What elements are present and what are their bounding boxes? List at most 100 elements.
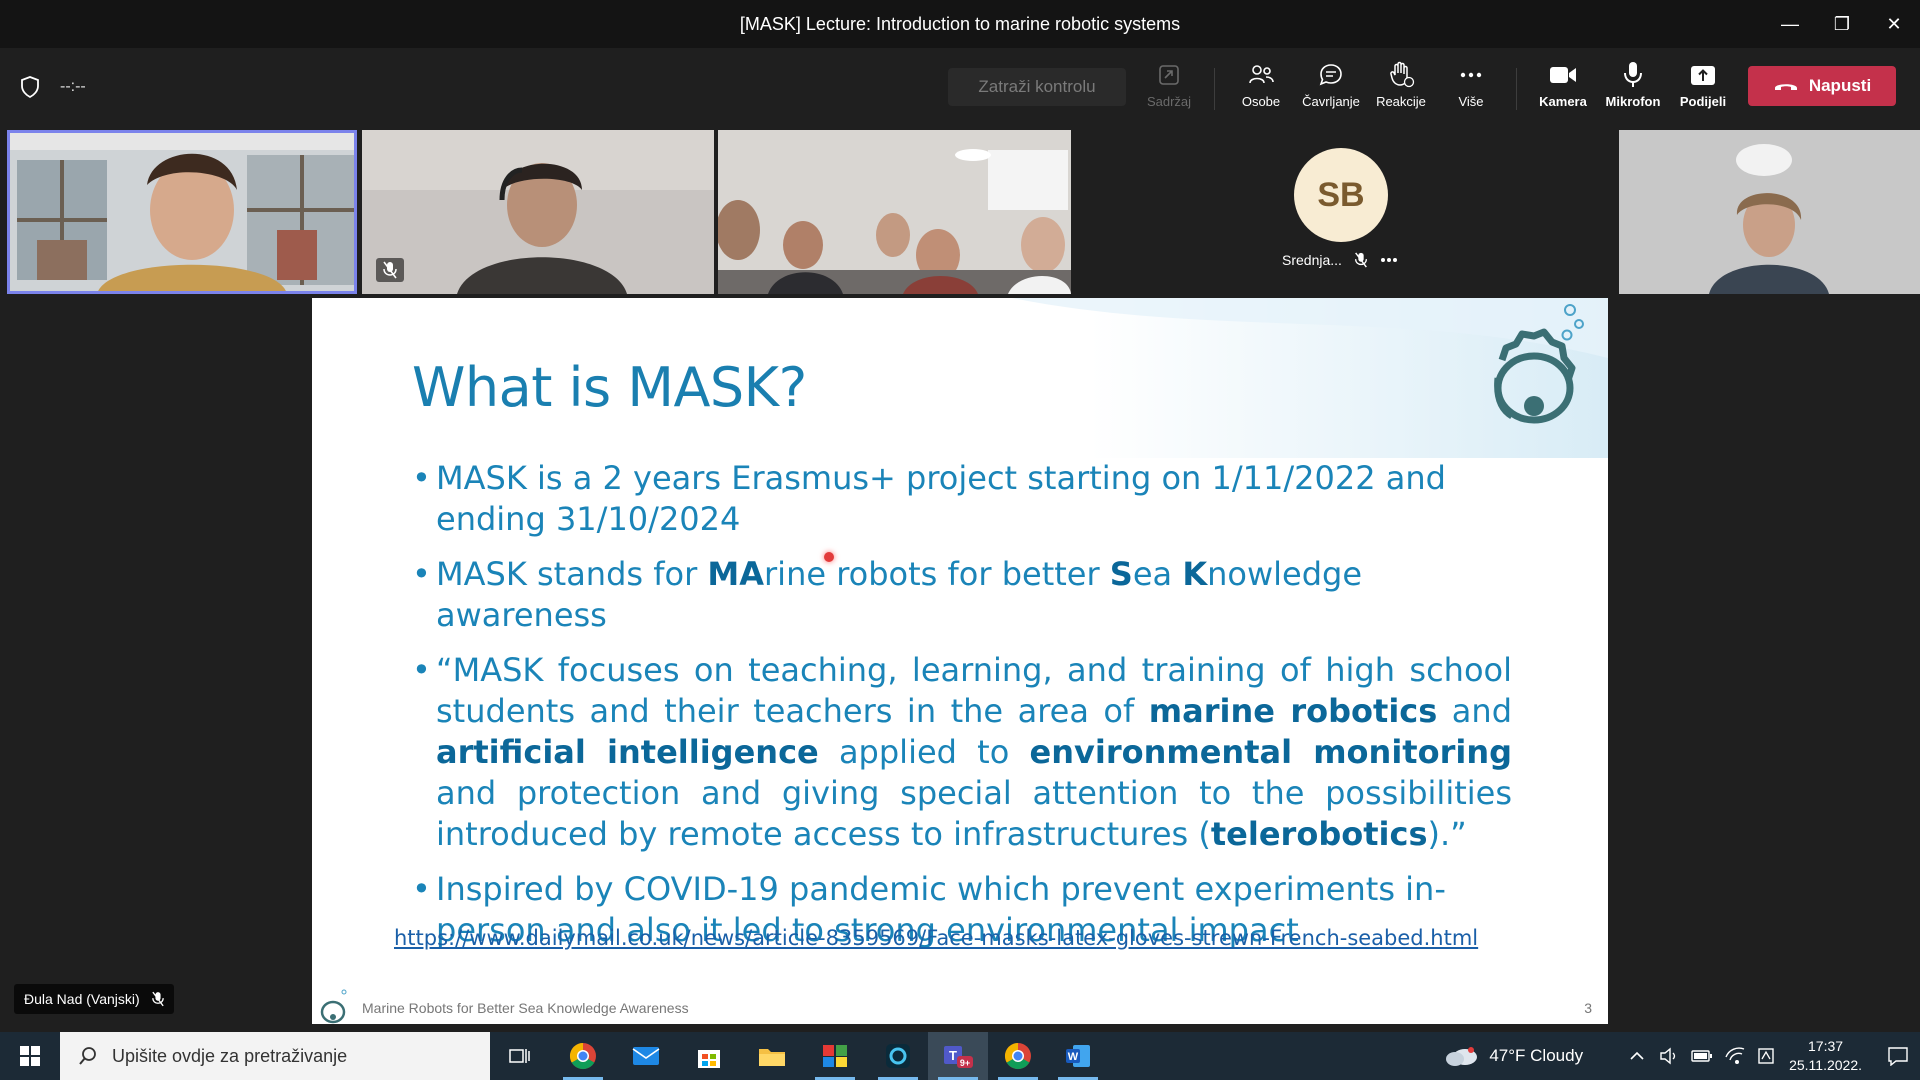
people-button-label: Osobe xyxy=(1241,94,1281,109)
mail-icon xyxy=(632,1047,660,1065)
task-view-icon xyxy=(509,1049,530,1063)
slide-bullet: MASK is a 2 years Erasmus+ project start… xyxy=(412,458,1512,540)
word-icon: W xyxy=(1066,1045,1090,1067)
more-button-label: Više xyxy=(1458,94,1484,109)
mask-logo-icon xyxy=(1494,304,1584,424)
video-feed xyxy=(1619,130,1920,294)
leave-button-label: Napusti xyxy=(1808,76,1872,95)
taskbar-cisco[interactable] xyxy=(868,1032,928,1080)
teams-icon: T 9+ xyxy=(944,1046,973,1068)
content-button-label: Sadržaj xyxy=(1146,94,1192,109)
video-tile-participant-5[interactable] xyxy=(1619,130,1920,294)
title-bar: [MASK] Lecture: Introduction to marine r… xyxy=(0,0,1920,48)
svg-text:W: W xyxy=(1068,1051,1079,1063)
share-content-icon xyxy=(1159,65,1179,85)
folder-icon xyxy=(759,1049,785,1066)
clock-time: 17:37 xyxy=(1808,1038,1844,1054)
participant-name-tag: Srednja... xyxy=(1282,252,1398,268)
chat-icon xyxy=(1319,64,1342,86)
chevron-up-icon[interactable] xyxy=(1629,1051,1645,1061)
hang-up-icon xyxy=(1774,84,1797,90)
camera-icon xyxy=(1550,67,1576,83)
microphone-button[interactable]: Mikrofon xyxy=(1598,58,1668,120)
video-tile-presenter[interactable] xyxy=(7,130,357,294)
language-input-icon[interactable] xyxy=(1757,1047,1775,1065)
weather-text[interactable]: 47°F Cloudy xyxy=(1489,1046,1583,1066)
chrome-icon xyxy=(1004,1042,1031,1070)
webex-icon xyxy=(886,1044,910,1068)
people-icon xyxy=(1249,65,1274,84)
participant-name: Srednja... xyxy=(1282,252,1342,268)
more-icon xyxy=(1460,72,1482,78)
article-link[interactable]: https://www.dailymail.co.uk/news/article… xyxy=(394,926,1478,950)
meeting-timer: --:-- xyxy=(60,78,86,95)
laser-pointer xyxy=(824,552,834,562)
taskbar-store[interactable] xyxy=(679,1032,739,1080)
leave-button[interactable]: Napusti xyxy=(1748,66,1896,106)
search-placeholder: Upišite ovdje za pretraživanje xyxy=(112,1045,348,1066)
teams-badge: 9+ xyxy=(960,1058,970,1068)
taskbar-teams[interactable]: T 9+ xyxy=(928,1032,988,1080)
svg-text:T: T xyxy=(949,1048,957,1063)
window-controls: — ❐ ✕ xyxy=(1764,0,1920,48)
search-icon xyxy=(79,1047,96,1065)
slide-page-number: 3 xyxy=(1584,1000,1592,1016)
video-feed xyxy=(718,130,1071,294)
shared-slide: What is MASK? MASK is a 2 years Erasmus+… xyxy=(312,298,1608,1024)
more-button[interactable]: Više xyxy=(1436,58,1506,120)
taskbar-file-explorer[interactable] xyxy=(742,1032,802,1080)
share-tray-icon xyxy=(1691,66,1715,85)
toolbar-divider xyxy=(1214,68,1215,110)
mic-off-icon xyxy=(151,991,164,1007)
store-icon xyxy=(698,1050,720,1068)
request-control-button[interactable]: Zatraži kontrolu xyxy=(948,68,1126,106)
task-view-button[interactable] xyxy=(490,1032,550,1080)
restore-button[interactable]: ❐ xyxy=(1816,0,1868,48)
wifi-icon[interactable] xyxy=(1725,1047,1745,1065)
share-button-label: Podijeli xyxy=(1679,94,1727,109)
battery-icon[interactable] xyxy=(1691,1049,1713,1063)
meeting-toolbar: --:-- Zatraži kontrolu Sadržaj Osobe Čav… xyxy=(0,48,1920,128)
taskbar-chrome[interactable] xyxy=(553,1032,613,1080)
cloudy-weather-icon xyxy=(1446,1047,1478,1066)
start-button[interactable] xyxy=(0,1032,60,1080)
video-tile-srednja[interactable]: SB Srednja... xyxy=(1072,130,1618,294)
raise-hand-icon xyxy=(1390,61,1415,88)
video-tile-classroom[interactable] xyxy=(718,130,1071,294)
chat-button[interactable]: Čavrljanje xyxy=(1296,58,1366,120)
taskbar-word[interactable]: W xyxy=(1048,1032,1108,1080)
footer-logo-icon xyxy=(320,989,347,1024)
minimize-button[interactable]: — xyxy=(1764,0,1816,48)
taskbar-chrome-2[interactable] xyxy=(988,1032,1048,1080)
slide-footer-text: Marine Robots for Better Sea Knowledge A… xyxy=(362,1000,689,1016)
people-button[interactable]: Osobe xyxy=(1226,58,1296,120)
window-title: [MASK] Lecture: Introduction to marine r… xyxy=(739,13,1181,34)
avatar: SB xyxy=(1294,148,1388,242)
more-options-icon[interactable] xyxy=(1380,257,1398,263)
microphone-icon xyxy=(1624,62,1642,87)
windows-taskbar: Upišite ovdje za pretraživanje T 9+ W 47°… xyxy=(0,1032,1920,1080)
taskbar-snipping[interactable] xyxy=(805,1032,865,1080)
system-tray: 47°F Cloudy 17:37 25.11.2022. xyxy=(1445,1032,1920,1080)
reactions-button[interactable]: Reakcije xyxy=(1366,58,1436,120)
volume-icon[interactable] xyxy=(1659,1047,1679,1065)
share-button[interactable]: Podijeli xyxy=(1668,58,1738,120)
content-button[interactable]: Sadržaj xyxy=(1134,58,1204,120)
shield-icon[interactable] xyxy=(20,76,40,98)
taskbar-search[interactable]: Upišite ovdje za pretraživanje xyxy=(60,1032,490,1080)
notifications-button[interactable] xyxy=(1876,1032,1920,1080)
speaker-name-tag: Đula Nad (Vanjski) xyxy=(14,984,174,1014)
mic-off-icon xyxy=(383,261,397,279)
video-tile-participant-2[interactable] xyxy=(362,130,714,294)
close-button[interactable]: ✕ xyxy=(1868,0,1920,48)
toolbar-divider xyxy=(1516,68,1517,110)
video-feed xyxy=(7,130,357,294)
slide-bullet: MASK stands for MArine robots for better… xyxy=(412,554,1512,636)
speaker-name: Đula Nad (Vanjski) xyxy=(24,991,140,1007)
mic-off-indicator xyxy=(376,258,404,282)
taskbar-clock[interactable]: 17:37 25.11.2022. xyxy=(1789,1037,1862,1075)
slide-bullets: MASK is a 2 years Erasmus+ project start… xyxy=(412,458,1512,965)
camera-button[interactable]: Kamera xyxy=(1528,58,1598,120)
reactions-button-label: Reakcije xyxy=(1376,94,1426,109)
taskbar-mail[interactable] xyxy=(616,1032,676,1080)
